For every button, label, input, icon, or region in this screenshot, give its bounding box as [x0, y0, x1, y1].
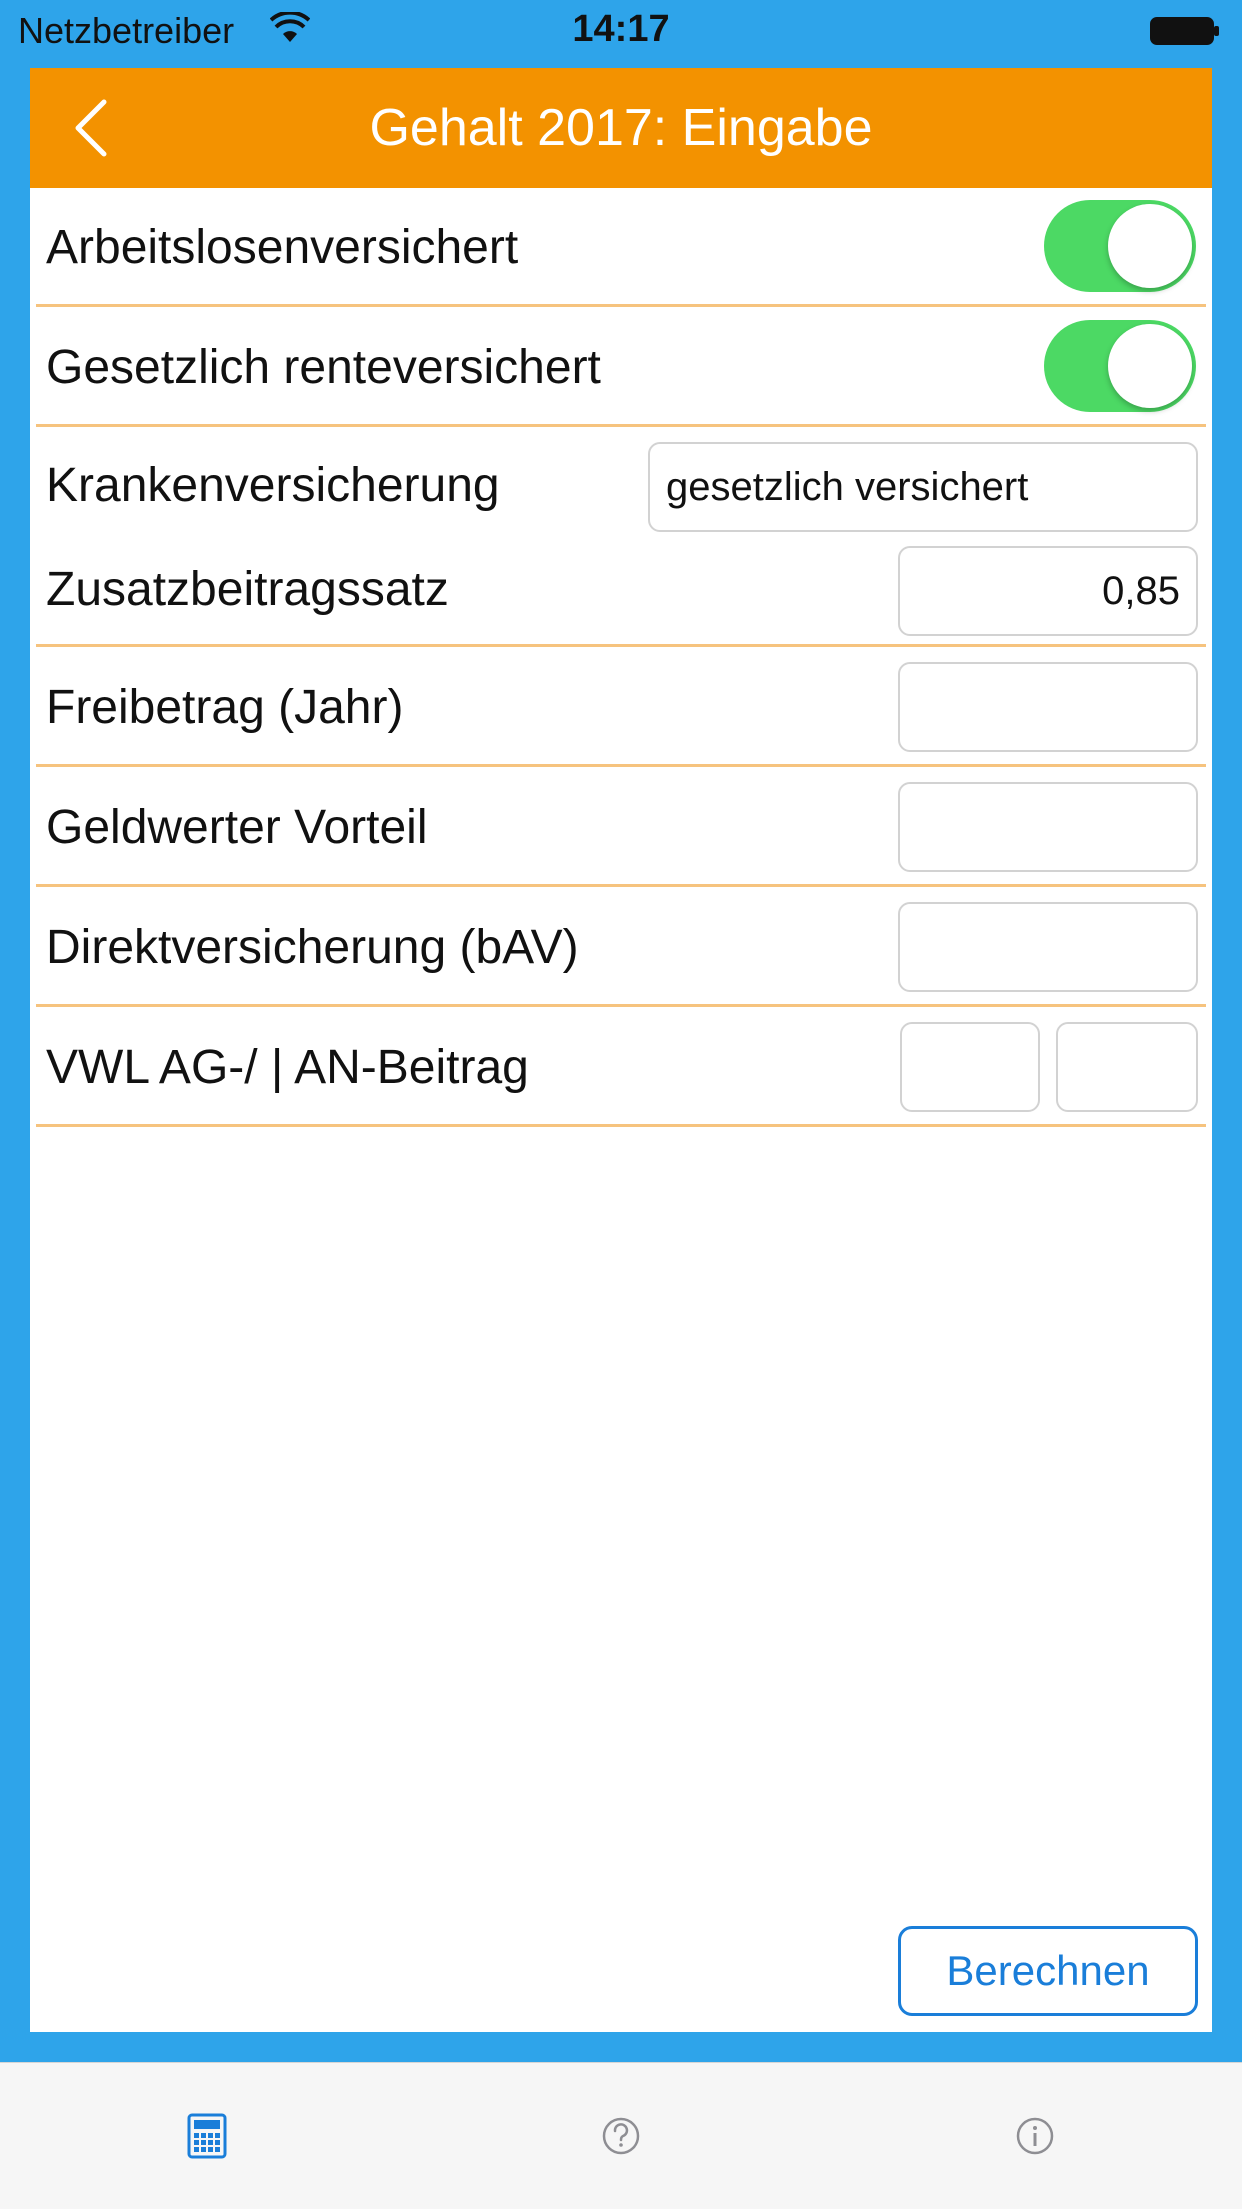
direct-insurance-input[interactable] — [898, 902, 1198, 992]
row-divider — [36, 1124, 1206, 1127]
row-divider — [36, 764, 1206, 767]
benefit-in-kind-input[interactable] — [898, 782, 1198, 872]
tab-calculator[interactable] — [0, 2063, 414, 2209]
question-circle-icon — [602, 2117, 640, 2155]
benefit-in-kind-label: Geldwerter Vorteil — [46, 801, 428, 854]
vwl-employee-input[interactable] — [1056, 1022, 1198, 1112]
pension-insurance-label: Gesetzlich renteversichert — [46, 341, 601, 394]
toggle-knob — [1108, 204, 1192, 288]
health-insurance-value: gesetzlich versichert — [666, 464, 1029, 509]
health-insurance-label: Krankenversicherung — [46, 459, 500, 512]
row-divider — [36, 644, 1206, 647]
unemployment-insurance-label: Arbeitslosenversichert — [46, 221, 519, 274]
content-card: Gehalt 2017: Eingabe Arbeitslosenversich… — [30, 68, 1212, 2032]
tab-help[interactable] — [414, 2063, 828, 2209]
battery-icon — [1150, 17, 1219, 45]
additional-contribution-label: Zusatzbeitragssatz — [46, 563, 449, 616]
navigation-bar: Gehalt 2017: Eingabe — [30, 68, 1212, 188]
toggle-knob — [1108, 324, 1192, 408]
tab-info[interactable] — [828, 2063, 1242, 2209]
row-divider — [36, 424, 1206, 427]
health-insurance-select[interactable]: gesetzlich versichert — [648, 442, 1198, 532]
vwl-employer-input[interactable] — [900, 1022, 1040, 1112]
unemployment-insurance-toggle[interactable] — [1044, 200, 1196, 292]
status-time: 14:17 — [572, 8, 670, 50]
direct-insurance-label: Direktversicherung (bAV) — [46, 921, 579, 974]
page-title: Gehalt 2017: Eingabe — [369, 99, 873, 157]
vwl-contribution-label: VWL AG-/ | AN-Beitrag — [46, 1041, 529, 1094]
row-divider — [36, 1004, 1206, 1007]
info-circle-icon — [1016, 2117, 1054, 2155]
tax-allowance-input[interactable] — [898, 662, 1198, 752]
calculator-icon — [187, 2113, 227, 2159]
pension-insurance-toggle[interactable] — [1044, 320, 1196, 412]
status-bar: Netzbetreiber 14:17 — [0, 0, 1242, 64]
additional-contribution-input[interactable] — [898, 546, 1198, 636]
tax-allowance-label: Freibetrag (Jahr) — [46, 681, 404, 734]
row-divider — [36, 884, 1206, 887]
row-divider — [36, 304, 1206, 307]
tab-bar — [0, 2062, 1242, 2209]
calculate-button[interactable]: Berechnen — [898, 1926, 1198, 2016]
